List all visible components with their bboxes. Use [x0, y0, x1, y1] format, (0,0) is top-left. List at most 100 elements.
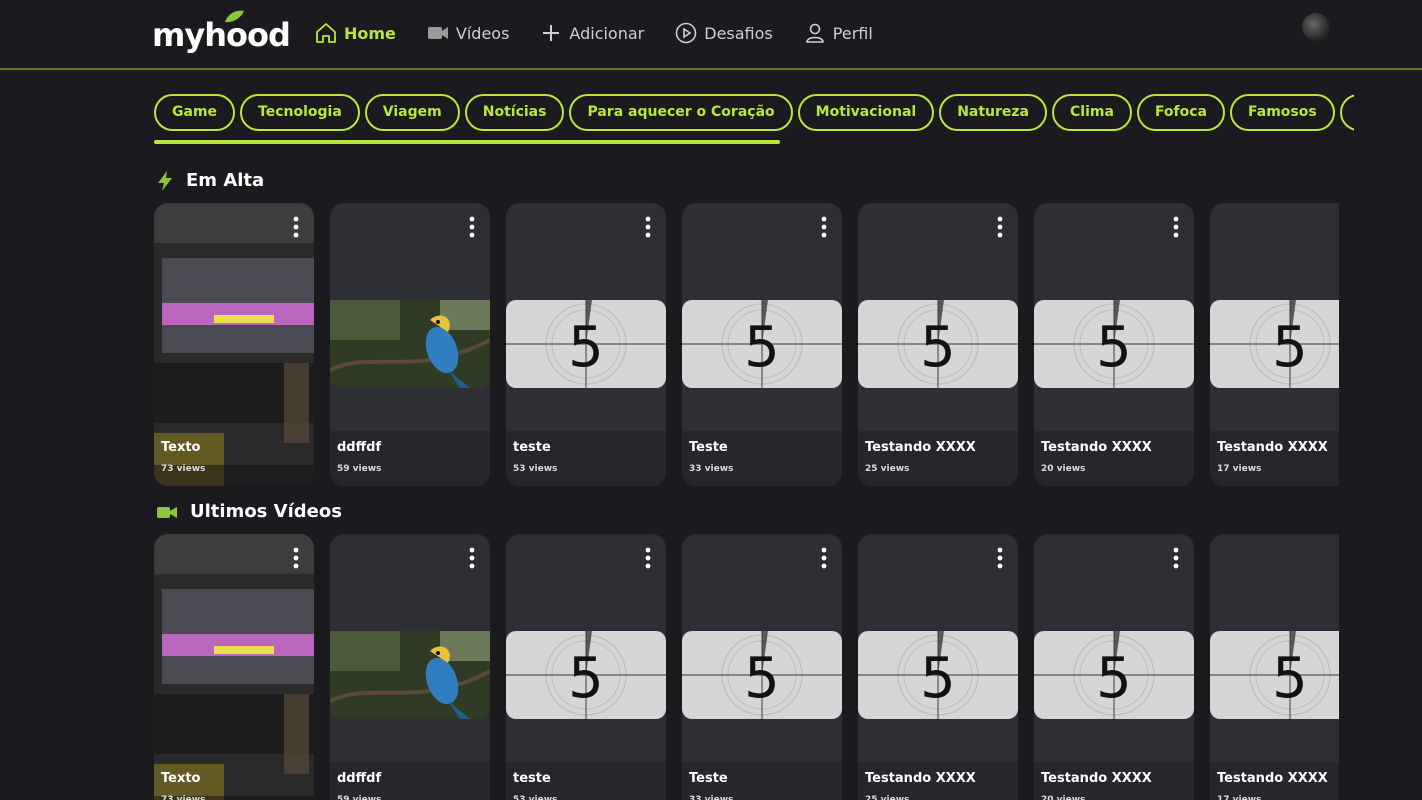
video-card[interactable]: 5 Teste 33 views — [682, 534, 842, 800]
countdown-digit: 5 — [1096, 315, 1132, 380]
countdown-thumbnail: 5 — [506, 300, 666, 388]
video-title: Testando XXXX — [1041, 771, 1152, 786]
more-options-icon[interactable] — [291, 546, 301, 570]
countdown-digit: 5 — [568, 315, 604, 380]
category-chip[interactable]: Motivacional — [797, 94, 935, 131]
category-scrollbar[interactable] — [154, 140, 780, 144]
home-icon — [316, 23, 336, 43]
parrot-thumbnail — [330, 631, 490, 719]
countdown-thumbnail: 5 — [858, 300, 1018, 388]
nav-profile-label: Perfil — [832, 23, 873, 43]
video-title: Testando XXXX — [865, 771, 976, 786]
countdown-thumbnail: 5 — [682, 300, 842, 388]
section-latest-label: Ultimos Vídeos — [190, 501, 342, 522]
play-circle-icon — [675, 22, 697, 44]
more-options-icon[interactable] — [467, 546, 477, 570]
more-options-icon[interactable] — [1171, 546, 1181, 570]
top-bar: myhood Home Vídeos Adicionar Desafios Pe… — [0, 0, 1422, 70]
more-options-icon[interactable] — [995, 215, 1005, 239]
countdown-thumbnail: 5 — [1210, 300, 1339, 388]
video-views: 25 views — [865, 795, 910, 800]
more-options-icon[interactable] — [643, 546, 653, 570]
video-card[interactable]: ddffdf 59 views — [330, 203, 490, 486]
more-options-icon[interactable] — [1171, 215, 1181, 239]
video-views: 33 views — [689, 464, 734, 474]
video-card[interactable]: Texto 73 views — [154, 203, 314, 486]
video-card[interactable]: 5 Testando XXXX 25 views — [858, 534, 1018, 800]
nav-videos[interactable]: Vídeos — [426, 20, 509, 46]
video-title: teste — [513, 440, 551, 455]
countdown-thumbnail: 5 — [1034, 300, 1194, 388]
more-options-icon[interactable] — [467, 215, 477, 239]
more-options-icon[interactable] — [995, 546, 1005, 570]
category-chip[interactable]: Clima — [1052, 94, 1132, 131]
category-chip[interactable]: Famosos — [1230, 94, 1335, 131]
countdown-thumbnail: 5 — [1210, 631, 1339, 719]
nav-challenges[interactable]: Desafios — [674, 20, 773, 46]
category-chip[interactable]: Notícias — [464, 94, 565, 131]
category-chip[interactable]: Viagem — [364, 94, 460, 131]
video-views: 59 views — [337, 464, 382, 474]
plus-icon — [543, 25, 560, 41]
video-card[interactable]: Texto 73 views — [154, 534, 314, 800]
countdown-thumbnail: 5 — [1034, 631, 1194, 719]
more-options-icon[interactable] — [291, 215, 301, 239]
category-bar: Game Tecnologia Viagem Notícias Para aquecer… — [154, 94, 1354, 134]
avatar[interactable] — [1302, 13, 1330, 41]
countdown-digit: 5 — [920, 315, 956, 380]
video-card[interactable]: 5 teste 53 views — [506, 534, 666, 800]
user-icon — [805, 23, 824, 43]
video-title: ddffdf — [337, 440, 382, 455]
video-views: 20 views — [1041, 795, 1086, 800]
video-title: Testando XXXX — [1217, 771, 1328, 786]
camera-icon — [157, 506, 177, 518]
video-card[interactable]: 5 Testando XXXX 20 views — [1034, 534, 1194, 800]
category-chip[interactable]: Game — [154, 94, 236, 131]
category-chip[interactable]: Aco — [1339, 94, 1354, 131]
section-latest-title: Ultimos Vídeos — [156, 501, 342, 522]
video-title: Teste — [689, 440, 728, 455]
section-trending-label: Em Alta — [186, 170, 265, 191]
nav-challenges-label: Desafios — [704, 23, 773, 43]
section-trending-title: Em Alta — [156, 170, 264, 191]
video-card[interactable]: 5 teste 53 views — [506, 203, 666, 486]
video-card[interactable]: 5 Testando XXXX 20 views — [1034, 203, 1194, 486]
nav-profile[interactable]: Perfil — [803, 20, 873, 46]
nav-add-label: Adicionar — [569, 23, 645, 43]
more-options-icon[interactable] — [819, 215, 829, 239]
video-title: Texto — [161, 771, 201, 786]
video-title: Testando XXXX — [1217, 440, 1328, 455]
brand-logo[interactable]: myhood — [152, 10, 291, 54]
video-views: 17 views — [1217, 464, 1262, 474]
video-views: 53 views — [513, 464, 558, 474]
trending-video-row: Texto 73 views ddffdf 59 views 5 teste 53 v… — [154, 203, 1339, 488]
countdown-digit: 5 — [744, 646, 780, 711]
video-views: 33 views — [689, 795, 734, 800]
video-views: 53 views — [513, 795, 558, 800]
video-views: 73 views — [161, 464, 206, 474]
video-icon — [427, 27, 448, 39]
countdown-thumbnail: 5 — [506, 631, 666, 719]
more-options-icon[interactable] — [643, 215, 653, 239]
category-chip[interactable]: Tecnologia — [240, 94, 360, 131]
countdown-digit: 5 — [920, 646, 956, 711]
category-chip[interactable]: Fofoca — [1136, 94, 1226, 131]
nav-home[interactable]: Home — [314, 20, 396, 46]
category-chip[interactable]: Para aquecer o Coração — [569, 94, 793, 131]
video-title: Teste — [689, 771, 728, 786]
video-card[interactable]: 5 Testando XXXX 25 views — [858, 203, 1018, 486]
video-title: Testando XXXX — [1041, 440, 1152, 455]
category-chip[interactable]: Natureza — [939, 94, 1048, 131]
video-title: ddffdf — [337, 771, 382, 786]
video-card[interactable]: 5 Teste 33 views — [682, 203, 842, 486]
more-options-icon[interactable] — [819, 546, 829, 570]
nav-add[interactable]: Adicionar — [539, 20, 644, 46]
countdown-thumbnail: 5 — [858, 631, 1018, 719]
video-views: 59 views — [337, 795, 382, 800]
video-views: 20 views — [1041, 464, 1086, 474]
video-card[interactable]: 5 Testando XXXX 17 views — [1210, 203, 1339, 486]
nav-home-label: Home — [344, 23, 396, 43]
video-title: Texto — [161, 440, 201, 455]
video-card[interactable]: ddffdf 59 views — [330, 534, 490, 800]
video-card[interactable]: 5 Testando XXXX 17 views — [1210, 534, 1339, 800]
